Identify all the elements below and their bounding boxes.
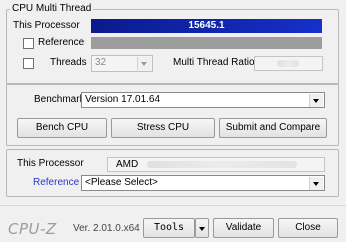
tools-dropdown-button[interactable]	[195, 218, 209, 238]
reference-checkbox-label: Reference	[38, 37, 85, 48]
cpu-z-logo: CPU-Z	[8, 220, 57, 238]
benchmark-version-value: Version 17.01.64	[85, 94, 161, 105]
tools-button[interactable]: Tools	[143, 218, 195, 238]
threads-label: Threads	[50, 57, 87, 68]
chevron-down-icon	[199, 227, 205, 231]
chevron-down-icon	[137, 57, 151, 70]
multi-thread-ratio-label: Multi Thread Ratio	[173, 57, 255, 68]
ratio-value-obscured	[277, 59, 299, 67]
this-processor-label: This Processor	[13, 20, 80, 31]
compare-this-processor-label: This Processor	[17, 158, 84, 169]
reference-select[interactable]: <Please Select>	[81, 175, 325, 191]
threads-value: 32	[95, 57, 107, 68]
this-processor-bar: 15645.1	[91, 19, 322, 33]
processor-name-obscured	[147, 160, 298, 168]
reference-select-value: <Please Select>	[85, 177, 158, 188]
this-processor-score: 15645.1	[188, 20, 225, 31]
bench-cpu-button[interactable]: Bench CPU	[17, 118, 107, 138]
multi-thread-ratio-field	[254, 56, 323, 71]
compare-processor-field: AMD	[107, 157, 325, 172]
close-button[interactable]: Close	[278, 218, 338, 238]
version-label: Ver. 2.01.0.x64	[73, 223, 140, 234]
chevron-down-icon	[309, 94, 323, 107]
threads-select[interactable]: 32	[91, 55, 153, 72]
reference-checkbox[interactable]	[23, 38, 34, 49]
cpu-multi-thread-title: CPU Multi Thread	[10, 3, 94, 15]
validate-button[interactable]: Validate	[213, 218, 274, 238]
benchmark-label: Benchmark	[34, 94, 85, 105]
benchmark-version-select[interactable]: Version 17.01.64	[81, 92, 325, 108]
submit-and-compare-button[interactable]: Submit and Compare	[219, 118, 327, 138]
reference-bar	[91, 37, 322, 49]
threads-checkbox[interactable]	[23, 58, 34, 69]
compare-reference-label[interactable]: Reference	[33, 176, 79, 190]
chevron-down-icon	[309, 177, 323, 190]
footer-divider	[0, 205, 346, 206]
stress-cpu-button[interactable]: Stress CPU	[111, 118, 215, 138]
processor-name-prefix: AMD	[116, 159, 139, 170]
